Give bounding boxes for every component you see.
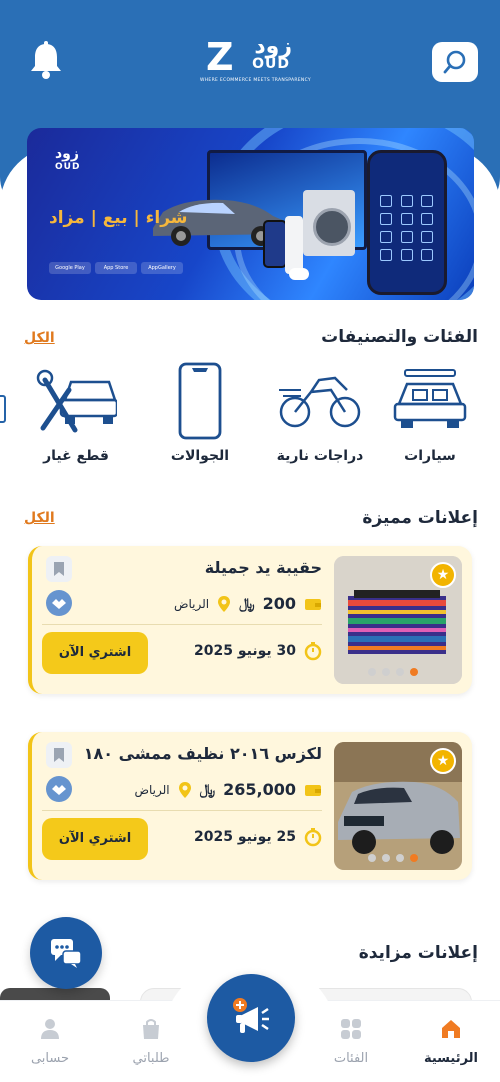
bell-icon xyxy=(31,41,61,79)
appgallery-badge: AppGallery xyxy=(141,262,183,274)
image-carousel-dots[interactable] xyxy=(368,668,418,676)
currency-symbol: ﷼ xyxy=(239,595,255,612)
app-logo: Z زود OUD WHERE ECOMMERCE MEETS TRANSPAR… xyxy=(200,34,311,88)
auctions-title: إعلانات مزايدة xyxy=(358,943,478,963)
ad-title: لكزس ٢٠١٦ نظيف ممشى ١٨٠ م... xyxy=(82,744,322,763)
wallet-icon xyxy=(305,784,321,796)
ad-date: 30 يونيو 2025 xyxy=(194,643,296,659)
add-ad-button[interactable] xyxy=(207,974,295,1062)
ad-date-row: 25 يونيو 2025 xyxy=(194,827,322,847)
category-label: سيارات xyxy=(404,448,456,464)
motorcycle-icon xyxy=(279,376,361,428)
grid-icon xyxy=(341,1019,361,1039)
washer-image xyxy=(303,190,355,256)
home-icon xyxy=(442,1020,460,1038)
categories-see-all-link[interactable]: الكل xyxy=(24,330,55,346)
location-pin-icon xyxy=(218,595,231,612)
partial-category-icon xyxy=(0,395,6,423)
phone-icon xyxy=(178,362,222,440)
featured-ad-card[interactable]: ★ حقيبة يد جميلة 200 ﷼ الرياض 30 يونيو 2… xyxy=(28,546,472,694)
featured-title: إعلانات مميزة xyxy=(362,508,478,528)
category-label: الجوالات xyxy=(170,448,230,464)
bookmark-icon xyxy=(54,748,64,762)
search-button[interactable] xyxy=(432,42,478,82)
ad-city: الرياض xyxy=(134,782,170,797)
banner-logo-en: OUD xyxy=(55,162,81,172)
chat-button[interactable] xyxy=(30,917,102,989)
logo-letter: Z xyxy=(206,35,234,79)
ad-city: الرياض xyxy=(173,596,210,611)
promo-banner[interactable]: زود OUD شراء | بيع | مزاد Google Play Ap… xyxy=(27,128,474,300)
gamepad-image xyxy=(289,268,309,280)
featured-star-icon: ★ xyxy=(430,748,456,774)
featured-star-icon: ★ xyxy=(430,562,456,588)
nav-account[interactable]: حسابى xyxy=(10,1017,90,1066)
banner-logo: زود OUD xyxy=(55,146,80,172)
nav-home-label: الرئيسية xyxy=(423,1051,479,1066)
bookmark-button[interactable] xyxy=(46,556,72,582)
store-badges: Google Play App Store AppGallery xyxy=(49,262,183,274)
trusted-badge xyxy=(46,776,72,802)
card-divider xyxy=(42,810,322,811)
trusted-badge xyxy=(46,590,72,616)
banner-slogan: شراء | بيع | مزاد xyxy=(49,208,188,228)
ad-price-row: 265,000 ﷼ الرياض xyxy=(135,780,323,799)
category-spare-parts[interactable]: قطع غيار xyxy=(26,360,126,470)
car-icon xyxy=(393,369,467,428)
logo-english: OUD xyxy=(252,56,290,72)
nav-orders-label: طلباتي xyxy=(132,1051,170,1066)
bookmark-icon xyxy=(54,562,64,576)
timer-icon xyxy=(304,828,322,847)
ad-image-lexus: ★ xyxy=(334,742,462,870)
google-play-badge: Google Play xyxy=(49,262,91,274)
handshake-icon xyxy=(52,599,66,609)
ad-title: حقيبة يد جميلة xyxy=(204,558,322,577)
nav-account-label: حسابى xyxy=(30,1051,70,1066)
ad-price: 200 xyxy=(262,594,296,613)
nav-categories-label: الفئات xyxy=(333,1051,369,1066)
ad-price: 265,000 xyxy=(223,780,296,799)
category-label: قطع غيار xyxy=(43,448,109,464)
banner-logo-ar: زود xyxy=(55,146,79,162)
category-cars[interactable]: سيارات xyxy=(380,360,480,470)
category-phones[interactable]: الجوالات xyxy=(150,360,250,470)
ad-date-row: 30 يونيو 2025 xyxy=(194,641,322,661)
search-icon xyxy=(443,50,466,74)
chat-icon xyxy=(51,939,82,968)
nav-home[interactable]: الرئيسية xyxy=(411,1017,491,1066)
buy-now-button[interactable]: اشتري الآن xyxy=(42,818,148,860)
category-motorcycles[interactable]: دراجات نارية xyxy=(270,360,370,470)
ad-image-handbag: ★ xyxy=(334,556,462,684)
notifications-button[interactable] xyxy=(28,40,64,82)
featured-ad-card[interactable]: ★ لكزس ٢٠١٦ نظيف ممشى ١٨٠ م... 265,000 ﷼… xyxy=(28,732,472,880)
categories-title: الفئات والتصنيفات xyxy=(321,327,478,347)
ad-price-row: 200 ﷼ الرياض xyxy=(174,594,322,613)
category-label: دراجات نارية xyxy=(276,448,364,464)
currency-symbol: ﷼ xyxy=(199,781,216,798)
user-icon xyxy=(41,1019,59,1039)
app-phone-image xyxy=(367,150,447,295)
timer-icon xyxy=(304,642,322,661)
console-image xyxy=(285,216,303,274)
bookmark-button[interactable] xyxy=(46,742,72,768)
spare-parts-icon xyxy=(36,369,117,433)
buy-now-button[interactable]: اشتري الآن xyxy=(42,632,148,674)
smartphone-image xyxy=(263,220,287,268)
app-store-badge: App Store xyxy=(95,262,137,274)
location-pin-icon xyxy=(178,781,191,798)
wallet-icon xyxy=(305,598,321,610)
logo-tagline: WHERE ECOMMERCE MEETS TRANSPARENCY xyxy=(200,78,311,83)
ad-date: 25 يونيو 2025 xyxy=(194,829,296,845)
handshake-icon xyxy=(52,785,66,795)
image-carousel-dots[interactable] xyxy=(368,854,418,862)
categories-row: سيارات دراجات نارية الجوالات قطع غيار xyxy=(20,360,490,480)
card-divider xyxy=(42,624,322,625)
megaphone-add-icon xyxy=(233,998,269,1033)
featured-see-all-link[interactable]: الكل xyxy=(24,510,55,526)
